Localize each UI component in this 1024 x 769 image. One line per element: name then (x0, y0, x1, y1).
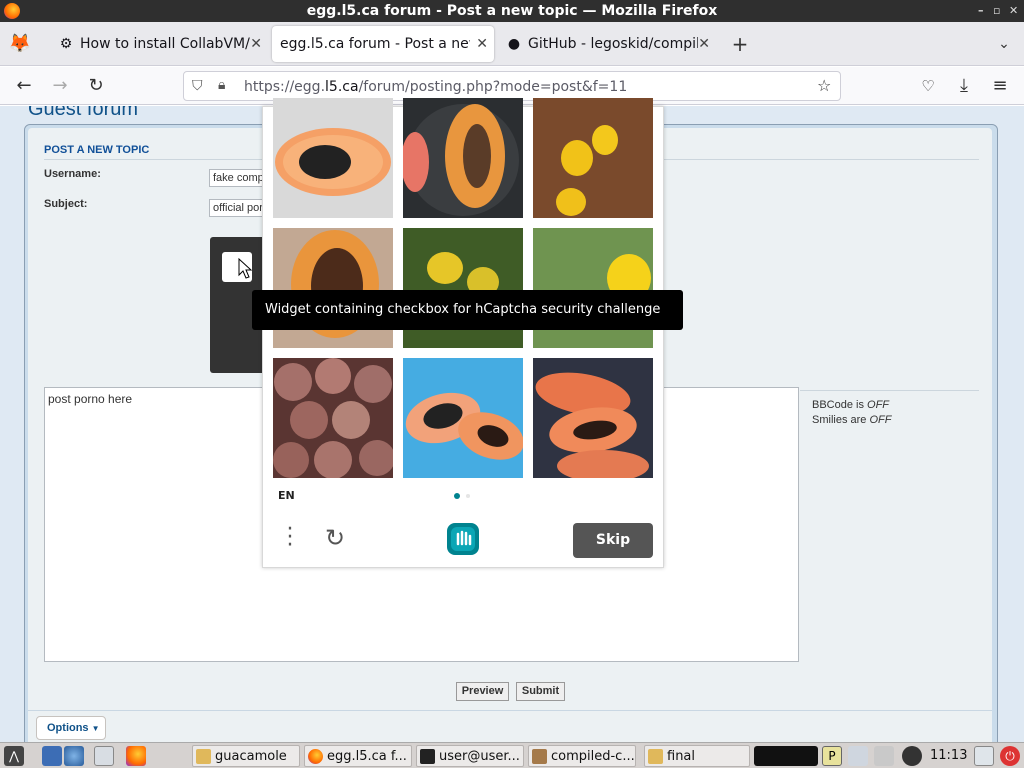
mouse-cursor-icon (238, 257, 253, 284)
captcha-image-6[interactable] (533, 228, 653, 348)
firefox-menu-icon[interactable]: 🦊 (8, 32, 32, 56)
subject-label: Subject: (44, 198, 88, 210)
vpn-shield-icon[interactable] (902, 746, 922, 766)
window-title-bar: egg.l5.ca forum - Post a new topic — Moz… (0, 0, 1024, 22)
taskbar-item-archive[interactable]: compiled-c... (528, 745, 636, 767)
taskbar: ⋀ guacamole egg.l5.ca f... user@user... … (0, 742, 1024, 768)
power-icon[interactable]: ⏻ (1000, 746, 1020, 766)
taskbar-item-terminal[interactable]: user@user... (416, 745, 524, 767)
close-tab-icon[interactable]: ✕ (698, 26, 710, 62)
bbcode-status: BBCode is OFF (812, 399, 890, 411)
shield-icon: ⛉ (192, 78, 203, 94)
downloads-icon[interactable]: ⤓ (952, 74, 976, 98)
captcha-image-9[interactable] (533, 358, 653, 478)
reload-button[interactable]: ↻ (84, 74, 108, 98)
cpu-graph-icon (754, 746, 818, 766)
captcha-image-7[interactable] (273, 358, 393, 478)
hcaptcha-tooltip: Widget containing checkbox for hCaptcha … (252, 290, 683, 330)
network-icon[interactable] (64, 746, 84, 766)
folder-icon (196, 749, 211, 764)
page-indicator-active (454, 493, 460, 499)
url-bar[interactable]: ⛉ 🔒︎ https://egg.l5.ca/forum/posting.php… (183, 71, 841, 101)
p-indicator-icon[interactable]: P (822, 746, 842, 766)
clock: 11:13 (930, 748, 968, 763)
username-label: Username: (44, 168, 101, 180)
show-desktop-icon[interactable] (42, 746, 62, 766)
pocket-icon[interactable]: ♡ (916, 74, 940, 98)
captcha-image-2[interactable] (403, 98, 523, 218)
skip-button[interactable]: Skip (573, 523, 653, 558)
taskbar-item-final[interactable]: final (644, 745, 750, 767)
captcha-image-3[interactable] (533, 98, 653, 218)
screen-icon[interactable] (974, 746, 994, 766)
start-menu-icon[interactable]: ⋀ (4, 746, 24, 766)
username-field[interactable]: fake comp (209, 169, 269, 187)
tab-collabvm[interactable]: ⚙ How to install CollabVM/1 ✕ (50, 26, 268, 62)
close-tab-icon[interactable]: ✕ (476, 26, 488, 62)
language-selector[interactable]: EN (278, 489, 295, 502)
terminal-icon (420, 749, 435, 764)
tab-strip: 🦊 ⚙ How to install CollabVM/1 ✕ egg.l5.c… (0, 22, 1024, 66)
forward-button[interactable]: → (48, 74, 72, 98)
refresh-challenge-icon[interactable]: ↻ (322, 524, 348, 552)
captcha-image-4[interactable] (273, 228, 393, 348)
forum-heading[interactable]: Guest forum (28, 106, 138, 121)
divider (800, 390, 979, 391)
folder-icon (648, 749, 663, 764)
page-indicator (466, 494, 470, 498)
taskbar-item-guacamole[interactable]: guacamole (192, 745, 300, 767)
firefox-icon (308, 749, 323, 764)
preview-button[interactable]: Preview (456, 682, 509, 701)
smilies-status: Smilies are OFF (812, 414, 892, 426)
collabvm-icon: ⚙ (59, 36, 73, 52)
search-icon[interactable] (848, 746, 868, 766)
hamburger-menu-icon[interactable]: ≡ (988, 74, 1012, 98)
taskbar-item-firefox[interactable]: egg.l5.ca f... (304, 745, 412, 767)
window-title: egg.l5.ca forum - Post a new topic — Moz… (306, 3, 718, 19)
kebab-menu-icon[interactable]: · · · (284, 519, 296, 557)
captcha-image-5[interactable] (403, 228, 523, 348)
maximize-button[interactable]: ▫ (993, 0, 1000, 22)
lock-icon: 🔒︎ (218, 77, 226, 93)
firefox-launcher-icon[interactable] (126, 746, 146, 766)
post-title: POST A NEW TOPIC (44, 144, 150, 156)
hcaptcha-logo-icon (446, 522, 480, 556)
options-dropdown[interactable]: Options ▼ (36, 716, 106, 740)
firefox-icon (4, 3, 20, 19)
submit-button[interactable]: Submit (516, 682, 565, 701)
close-window-button[interactable]: ✕ (1009, 0, 1018, 22)
caret-down-icon: ▼ (91, 724, 100, 733)
close-tab-icon[interactable]: ✕ (250, 26, 262, 62)
archive-icon (532, 749, 547, 764)
clipboard-icon[interactable] (874, 746, 894, 766)
github-icon: ● (507, 36, 521, 52)
tab-github[interactable]: ● GitHub - legoskid/compil ✕ (498, 26, 716, 62)
tab-forum[interactable]: egg.l5.ca forum - Post a new ✕ (272, 26, 494, 62)
back-button[interactable]: ← (12, 74, 36, 98)
bookmark-star-icon[interactable]: ☆ (817, 76, 831, 95)
list-tabs-chevron-icon[interactable]: ⌄ (992, 32, 1016, 56)
new-tab-button[interactable]: + (728, 32, 752, 56)
divider (28, 710, 992, 711)
subject-field[interactable]: official por (209, 199, 269, 217)
file-manager-icon[interactable] (94, 746, 114, 766)
captcha-image-1[interactable] (273, 98, 393, 218)
captcha-image-8[interactable] (403, 358, 523, 478)
minimize-button[interactable]: – (978, 0, 984, 22)
